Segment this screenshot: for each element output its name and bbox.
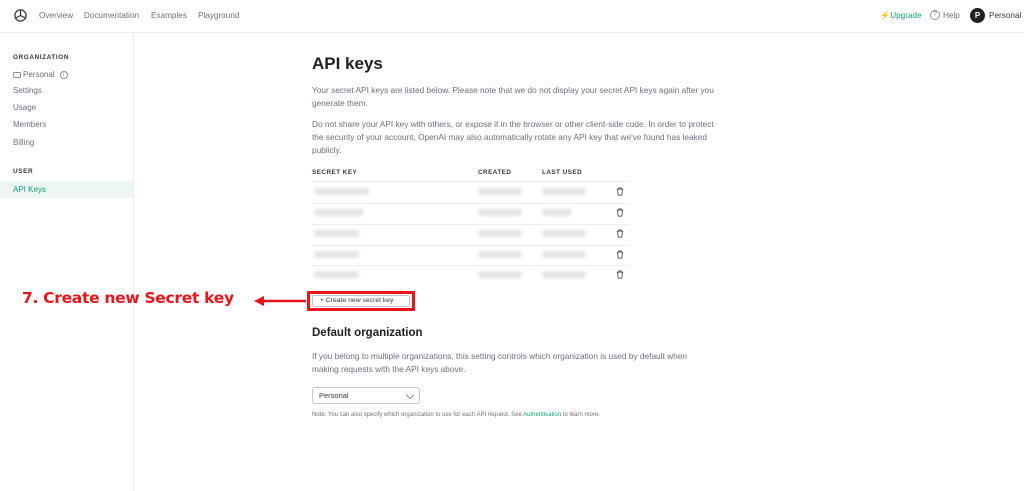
redacted-created	[478, 209, 522, 216]
chevron-down-icon	[405, 390, 415, 400]
briefcase-icon	[13, 71, 21, 78]
warning-text: Do not share your API key with others, o…	[312, 119, 714, 155]
redacted-created	[478, 251, 522, 258]
intro-text: Your secret API keys are listed below. P…	[312, 85, 714, 108]
authentication-link[interactable]: Authentication	[523, 412, 561, 418]
sidebar-item-label: Personal	[23, 70, 55, 79]
sidebar-item-usage[interactable]: Usage	[13, 103, 36, 112]
redacted-last-used	[542, 188, 586, 195]
nav-overview[interactable]: Overview	[39, 11, 73, 20]
redacted-created	[478, 230, 522, 237]
redacted-key	[314, 230, 359, 237]
note-suffix: to learn more.	[561, 412, 600, 418]
nav-examples[interactable]: Examples	[151, 11, 187, 20]
page-title: API keys	[312, 54, 383, 73]
sidebar-heading-organization: ORGANIZATION	[13, 54, 70, 61]
note-text: Note: You can also specify which organiz…	[312, 412, 600, 418]
sidebar-item-billing[interactable]: Billing	[13, 138, 34, 147]
redacted-key	[314, 251, 359, 258]
account-name[interactable]: Personal	[989, 11, 1021, 20]
openai-logo-icon[interactable]	[13, 8, 28, 23]
select-value: Personal	[319, 391, 349, 400]
trash-icon[interactable]	[616, 208, 624, 217]
sidebar-item-personal[interactable]: Personal i	[13, 70, 68, 79]
table-divider	[312, 265, 629, 266]
table-divider	[312, 181, 629, 182]
sidebar: ORGANIZATION Personal i Settings Usage Me…	[0, 34, 134, 491]
redacted-last-used	[542, 271, 586, 278]
annotation-arrow-icon	[254, 296, 306, 306]
redacted-key	[314, 209, 364, 216]
redacted-created	[478, 188, 522, 195]
avatar[interactable]: P	[970, 8, 985, 23]
tutorial-annotation: 7. Create new Secret key	[22, 289, 234, 307]
create-secret-key-button[interactable]: + Create new secret key	[312, 295, 410, 307]
redacted-last-used	[542, 251, 586, 258]
sidebar-item-api-keys[interactable]: API Keys	[0, 181, 133, 198]
top-bar: Overview Documentation Examples Playgrou…	[0, 0, 1024, 33]
bolt-icon: ⚡	[880, 11, 891, 20]
trash-icon[interactable]	[616, 187, 624, 196]
column-header-created: CREATED	[478, 169, 512, 176]
upgrade-label: Upgrade	[890, 11, 922, 20]
default-org-description: If you belong to multiple organizations,…	[312, 351, 687, 374]
default-org-select[interactable]: Personal	[312, 387, 420, 404]
help-icon[interactable]: ?	[930, 10, 940, 20]
trash-icon[interactable]	[616, 229, 624, 238]
note-prefix: Note: You can also specify which organiz…	[312, 412, 524, 418]
sidebar-item-members[interactable]: Members	[13, 120, 46, 129]
info-icon[interactable]: i	[59, 70, 68, 79]
upgrade-link[interactable]: ⚡Upgrade	[880, 11, 922, 21]
table-divider	[312, 245, 629, 246]
column-header-last-used: LAST USED	[542, 169, 583, 176]
sidebar-item-label: API Keys	[13, 185, 46, 194]
help-link[interactable]: Help	[943, 11, 960, 20]
redacted-key	[314, 271, 359, 278]
redacted-created	[478, 271, 522, 278]
redacted-key	[314, 188, 369, 195]
redacted-last-used	[542, 209, 572, 216]
table-divider	[312, 224, 629, 225]
nav-playground[interactable]: Playground	[198, 11, 239, 20]
default-org-heading: Default organization	[312, 327, 423, 339]
table-divider	[312, 203, 629, 204]
sidebar-item-settings[interactable]: Settings	[13, 86, 42, 95]
column-header-secret-key: SECRET KEY	[312, 169, 358, 176]
trash-icon[interactable]	[616, 270, 624, 279]
redacted-last-used	[542, 230, 586, 237]
nav-documentation[interactable]: Documentation	[84, 11, 139, 20]
trash-icon[interactable]	[616, 250, 624, 259]
sidebar-heading-user: USER	[13, 168, 34, 175]
